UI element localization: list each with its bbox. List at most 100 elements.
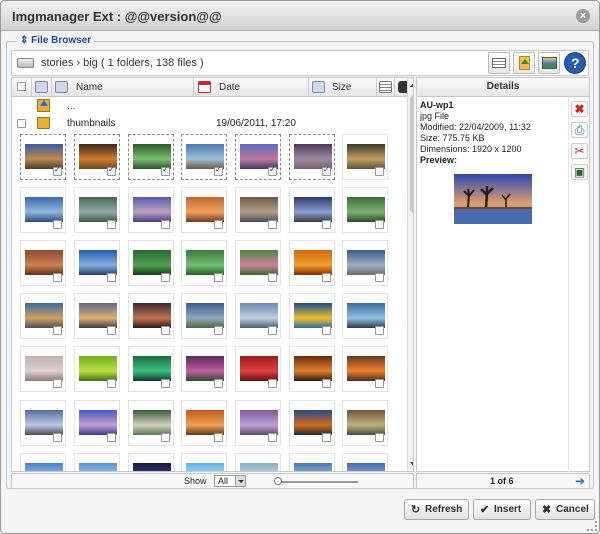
- thumbnail-checkbox[interactable]: [161, 220, 170, 229]
- thumbnail-item[interactable]: [181, 346, 227, 392]
- file-browser-legend[interactable]: ⇕ File Browser: [17, 35, 95, 46]
- image-editor-button[interactable]: [538, 52, 560, 74]
- thumbnail-checkbox[interactable]: [268, 433, 277, 442]
- thumbnail-checkbox[interactable]: [268, 220, 277, 229]
- thumbnail-checkbox[interactable]: [161, 326, 170, 335]
- thumbnail-checkbox[interactable]: [268, 165, 277, 176]
- scroll-up-arrow[interactable]: [410, 82, 413, 87]
- view-toggle-button[interactable]: [488, 52, 510, 74]
- thumbnail-item[interactable]: [342, 187, 388, 233]
- size-column-header[interactable]: Size: [309, 78, 377, 96]
- thumbnail-item[interactable]: [74, 346, 120, 392]
- thumbnail-item[interactable]: [342, 346, 388, 392]
- cut-button[interactable]: ✂: [571, 143, 588, 159]
- thumbnail-item[interactable]: [289, 134, 335, 180]
- thumbnail-item[interactable]: [20, 293, 66, 339]
- thumbnail-item[interactable]: [181, 134, 227, 180]
- thumbnail-item[interactable]: [235, 346, 281, 392]
- help-button[interactable]: ?: [564, 52, 586, 74]
- thumbnail-checkbox[interactable]: [107, 273, 116, 282]
- thumbnail-item[interactable]: [289, 293, 335, 339]
- scrollbar-thumb[interactable]: [410, 95, 413, 213]
- thumbnail-item[interactable]: [74, 400, 120, 446]
- thumbnail-item[interactable]: [289, 187, 335, 233]
- thumbnail-checkbox[interactable]: [107, 433, 116, 442]
- thumbnail-checkbox[interactable]: [107, 326, 116, 335]
- insert-button[interactable]: ✔ Insert: [473, 499, 531, 520]
- slider-handle[interactable]: [274, 477, 282, 485]
- parent-folder-row[interactable]: ...: [12, 99, 400, 115]
- resize-grip-icon[interactable]: [587, 521, 597, 531]
- thumbnail-checkbox[interactable]: [375, 433, 384, 442]
- title-bar[interactable]: Imgmanager Ext : @@version@@ ×: [1, 1, 599, 31]
- thumbnail-item[interactable]: [128, 453, 174, 471]
- thumbnail-item[interactable]: [342, 134, 388, 180]
- name-column-header[interactable]: Name: [52, 78, 194, 96]
- thumbnail-checkbox[interactable]: [322, 220, 331, 229]
- thumbnail-item[interactable]: [289, 240, 335, 286]
- thumbnail-checkbox[interactable]: [107, 220, 116, 229]
- preview-image[interactable]: [454, 174, 532, 224]
- thumbnail-checkbox[interactable]: [322, 165, 331, 176]
- thumbnail-item[interactable]: [74, 240, 120, 286]
- close-icon[interactable]: ×: [576, 9, 590, 23]
- cancel-button[interactable]: ✖ Cancel: [535, 499, 595, 520]
- thumbnail-item[interactable]: [20, 134, 66, 180]
- thumbnail-item[interactable]: [289, 400, 335, 446]
- date-column-header[interactable]: Date: [194, 78, 309, 96]
- thumbnail-item[interactable]: [74, 187, 120, 233]
- breadcrumb[interactable]: stories › big ( 1 folders, 138 files ): [41, 57, 204, 69]
- thumbnail-item[interactable]: [128, 346, 174, 392]
- thumbnail-checkbox[interactable]: [375, 167, 384, 176]
- delete-button[interactable]: ✖: [571, 101, 588, 117]
- thumbnail-checkbox[interactable]: [107, 165, 116, 176]
- show-select[interactable]: All: [214, 475, 246, 487]
- thumbnail-checkbox[interactable]: [268, 273, 277, 282]
- thumbnail-item[interactable]: [235, 134, 281, 180]
- thumbnail-item[interactable]: [74, 134, 120, 180]
- thumbnail-item[interactable]: [342, 240, 388, 286]
- thumbnail-item[interactable]: [20, 346, 66, 392]
- thumbnail-checkbox[interactable]: [214, 326, 223, 335]
- thumbnail-checkbox[interactable]: [161, 165, 170, 176]
- thumbnail-checkbox[interactable]: [375, 326, 384, 335]
- thumbnail-checkbox[interactable]: [214, 273, 223, 282]
- thumbnail-checkbox[interactable]: [161, 273, 170, 282]
- thumbnail-checkbox[interactable]: [214, 379, 223, 388]
- thumbnail-item[interactable]: [235, 400, 281, 446]
- next-page-icon[interactable]: ➜: [575, 474, 585, 488]
- thumbnail-item[interactable]: [128, 240, 174, 286]
- scroll-down-arrow[interactable]: [410, 462, 413, 467]
- refresh-button[interactable]: ↻ Refresh: [404, 499, 469, 520]
- thumbnail-item[interactable]: [128, 134, 174, 180]
- thumbnail-item[interactable]: [235, 187, 281, 233]
- thumbnail-checkbox[interactable]: [214, 220, 223, 229]
- thumbnail-checkbox[interactable]: [53, 165, 62, 176]
- upload-button[interactable]: [513, 52, 535, 74]
- details-toggle-column[interactable]: [377, 78, 395, 96]
- thumbnail-checkbox[interactable]: [53, 326, 62, 335]
- sort-type-column[interactable]: [32, 78, 52, 96]
- thumbnail-item[interactable]: [128, 293, 174, 339]
- thumbnail-checkbox[interactable]: [53, 433, 62, 442]
- thumbnail-item[interactable]: [20, 240, 66, 286]
- folder-checkbox[interactable]: [17, 119, 26, 128]
- thumbnail-item[interactable]: [342, 453, 388, 471]
- thumbnail-item[interactable]: [289, 346, 335, 392]
- collapse-icon[interactable]: ⇕: [20, 35, 28, 46]
- thumbnail-item[interactable]: [128, 400, 174, 446]
- select-all-checkbox[interactable]: [17, 82, 26, 91]
- thumbnail-checkbox[interactable]: [268, 379, 277, 388]
- thumbnail-item[interactable]: [74, 293, 120, 339]
- thumbnail-item[interactable]: [235, 453, 281, 471]
- thumbnail-checkbox[interactable]: [214, 165, 223, 176]
- thumbnail-checkbox[interactable]: [53, 220, 62, 229]
- thumbnail-checkbox[interactable]: [375, 379, 384, 388]
- copy-button[interactable]: ⎙: [571, 122, 588, 138]
- thumbnail-item[interactable]: [235, 293, 281, 339]
- edit-image-button[interactable]: ▣: [571, 164, 588, 180]
- thumbnail-checkbox[interactable]: [161, 379, 170, 388]
- thumbnail-size-slider[interactable]: [278, 481, 358, 483]
- thumbnail-item[interactable]: [128, 187, 174, 233]
- thumbnail-checkbox[interactable]: [322, 273, 331, 282]
